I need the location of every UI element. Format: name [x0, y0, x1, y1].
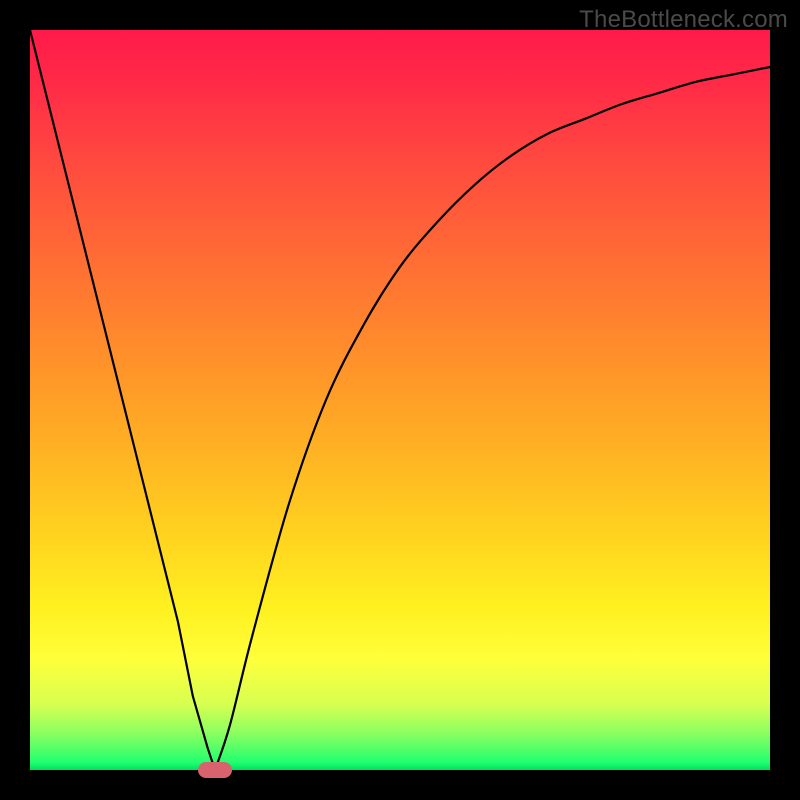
bottleneck-curve	[30, 30, 770, 770]
watermark-text: TheBottleneck.com	[579, 6, 788, 34]
chart-frame: TheBottleneck.com	[0, 0, 800, 800]
plot-area	[30, 30, 770, 770]
optimal-marker	[198, 762, 232, 778]
